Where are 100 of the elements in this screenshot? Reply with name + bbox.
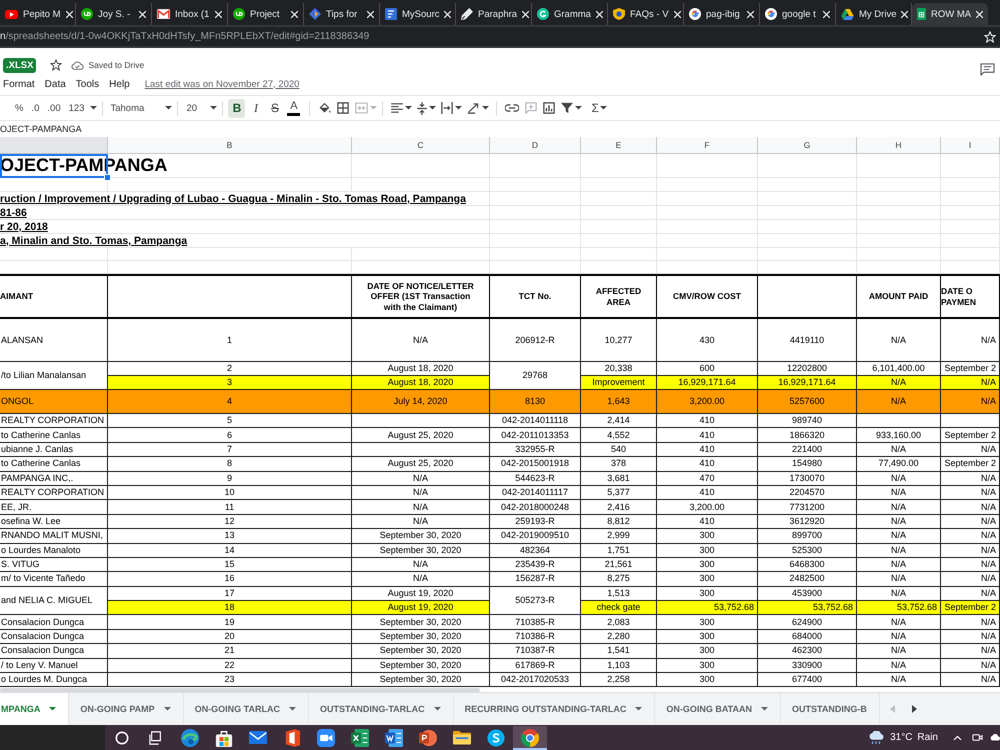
temperature[interactable]: 31°C <box>890 732 912 743</box>
caret-icon[interactable] <box>761 707 768 711</box>
funnel-icon[interactable] <box>561 102 574 114</box>
caret-icon[interactable] <box>49 707 56 711</box>
caret-icon[interactable] <box>164 707 171 711</box>
caret-icon[interactable] <box>90 106 98 110</box>
spreadsheet-icon[interactable] <box>351 728 369 746</box>
close-icon[interactable] <box>747 10 754 18</box>
shopping-bag-icon[interactable] <box>215 728 233 746</box>
menu-item[interactable]: Help <box>109 78 130 90</box>
table-cell: 8,275 <box>581 572 657 587</box>
column-header[interactable]: F <box>657 137 758 154</box>
number-format-button[interactable]: 123 <box>66 100 88 116</box>
circle-icon[interactable] <box>115 730 129 744</box>
font-size-dropdown[interactable]: 20 <box>183 100 218 116</box>
close-icon[interactable] <box>291 10 298 18</box>
left-aligned-lines-icon[interactable] <box>391 103 404 113</box>
arrows-to-line-icon[interactable] <box>417 102 428 114</box>
paint-bucket-icon[interactable] <box>318 102 332 114</box>
table-cell: 77,490.00 <box>857 457 941 472</box>
caret-icon[interactable] <box>600 106 607 110</box>
star-icon[interactable] <box>50 59 62 71</box>
strikethrough-button[interactable]: S <box>266 98 284 118</box>
close-icon[interactable] <box>139 10 146 18</box>
column-header[interactable]: B <box>108 137 352 154</box>
table-cell: September 30, 2020 <box>352 529 490 544</box>
swirl-icon[interactable] <box>181 728 199 746</box>
table-cell: N/A <box>857 558 941 572</box>
menu-item[interactable]: Tools <box>76 78 100 90</box>
column-header[interactable]: C <box>352 137 490 154</box>
caret-icon[interactable] <box>210 106 218 110</box>
chevron-up-icon[interactable] <box>953 734 962 740</box>
presentation-icon[interactable] <box>419 728 437 746</box>
scrollbar-thumb[interactable] <box>0 688 480 692</box>
browser-icon[interactable] <box>513 726 547 750</box>
close-icon[interactable] <box>823 10 830 18</box>
caret-icon[interactable] <box>635 707 642 711</box>
close-icon[interactable] <box>596 10 603 18</box>
menu-item[interactable]: Data <box>44 78 66 90</box>
caret-icon[interactable] <box>434 707 441 711</box>
italic-button[interactable]: I <box>247 98 264 118</box>
stacked-squares-icon[interactable] <box>149 730 163 744</box>
document-icon[interactable] <box>385 728 403 746</box>
arrow-between-bars-icon[interactable] <box>441 102 454 114</box>
bold-button[interactable]: B <box>228 98 246 118</box>
column-header[interactable]: E <box>581 137 657 154</box>
address-bar[interactable]: n/spreadsheets/d/1-0w4OKKjTaTxH0dHTsfy_MFn5RPLEbXT/edit#gid=2118386349 <box>0 27 1000 46</box>
cloud-icon[interactable] <box>990 734 1000 741</box>
column-header[interactable]: D <box>490 137 581 154</box>
weather-condition[interactable]: Rain <box>917 732 938 743</box>
table-cell: 5 <box>108 414 352 428</box>
column-header[interactable]: I <box>941 137 1000 154</box>
tile-icon[interactable] <box>284 728 300 746</box>
caret-icon[interactable] <box>429 106 436 110</box>
folder-icon[interactable] <box>453 730 471 745</box>
functions-button[interactable]: Σ <box>588 100 610 116</box>
video-camera-icon[interactable] <box>317 728 335 746</box>
cloud-rain-icon[interactable] <box>868 730 886 744</box>
number-format-button[interactable]: .00 <box>44 100 64 116</box>
caret-icon[interactable] <box>575 106 582 110</box>
caret-icon[interactable] <box>289 707 296 711</box>
table-cell: 300 <box>657 658 758 674</box>
number-format-button[interactable]: .0 <box>28 100 42 116</box>
close-icon[interactable] <box>522 10 530 18</box>
diagonal-arrow-icon[interactable] <box>467 102 480 114</box>
caret-icon[interactable] <box>165 106 172 110</box>
bar-chart-icon[interactable] <box>543 102 556 114</box>
chat-icon[interactable] <box>487 728 505 746</box>
table-cell: September 30, 2020 <box>352 658 490 674</box>
font-dropdown[interactable]: Tahoma <box>108 100 172 116</box>
caret-icon[interactable] <box>405 106 412 110</box>
close-icon[interactable] <box>215 10 222 18</box>
table-cell: 206912-R <box>490 319 581 362</box>
search-field[interactable] <box>0 725 105 750</box>
caret-icon[interactable] <box>482 106 490 110</box>
text-color-button[interactable]: A <box>285 98 302 118</box>
grid-icon[interactable] <box>337 102 350 114</box>
speech-bubble-icon[interactable] <box>980 63 995 76</box>
column-header[interactable]: G <box>758 137 857 154</box>
close-icon[interactable] <box>976 10 984 18</box>
column-header[interactable]: H <box>857 137 941 154</box>
selection-handle[interactable] <box>104 174 111 181</box>
close-icon[interactable] <box>674 10 681 18</box>
close-icon[interactable] <box>66 10 72 18</box>
sheet-tab[interactable]: MPANGA <box>0 693 70 725</box>
menu-item[interactable]: Format <box>3 78 35 90</box>
table-cell: / to Leny V. Manuel <box>0 658 108 674</box>
table-cell: 5257600 <box>758 390 857 414</box>
camera-icon[interactable] <box>972 732 983 743</box>
last-edit-link[interactable]: Last edit was on November 27, 2020 <box>144 78 300 90</box>
table-cell: 1,751 <box>581 544 657 558</box>
browser-tab[interactable]: ROW MA <box>912 3 988 25</box>
chain-link-icon[interactable] <box>505 104 520 112</box>
close-icon[interactable] <box>367 10 374 18</box>
caret-icon[interactable] <box>455 106 462 110</box>
close-icon[interactable] <box>444 10 452 18</box>
number-format-button[interactable]: % <box>12 100 26 116</box>
close-icon[interactable] <box>901 10 908 18</box>
envelope-icon[interactable] <box>249 730 267 744</box>
right-arrow-icon[interactable] <box>912 705 917 713</box>
